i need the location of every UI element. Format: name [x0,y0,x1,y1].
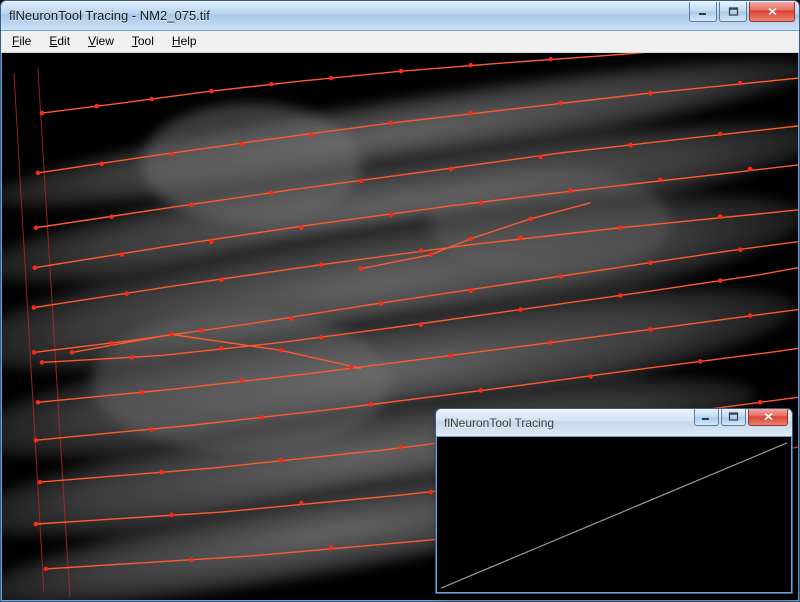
menu-help[interactable]: Help [163,31,206,52]
window-title: flNeuronTool Tracing - NM2_075.tif [9,8,687,23]
menu-edit[interactable]: Edit [40,31,79,52]
menu-view[interactable]: View [79,31,123,52]
window-buttons [687,2,795,22]
child-plot-view[interactable] [437,437,791,592]
child-window[interactable]: flNeuronTool Tracing [435,408,793,594]
maximize-icon [728,412,739,421]
close-icon [763,412,774,421]
close-icon [767,7,778,16]
titlebar[interactable]: flNeuronTool Tracing - NM2_075.tif [1,1,799,31]
child-maximize-button[interactable] [721,409,746,426]
menubar: File Edit View Tool Help [1,31,799,53]
child-close-button[interactable] [748,409,788,426]
minimize-button[interactable] [689,2,717,22]
menu-tool[interactable]: Tool [123,31,163,52]
close-button[interactable] [749,2,795,22]
child-window-buttons [692,409,788,429]
child-window-title: flNeuronTool Tracing [444,416,692,430]
maximize-icon [728,7,739,16]
maximize-button[interactable] [719,2,747,22]
child-titlebar[interactable]: flNeuronTool Tracing [436,409,792,437]
minimize-icon [701,412,712,421]
minimize-icon [698,7,709,16]
profile-plot [437,437,791,592]
child-minimize-button[interactable] [694,409,719,426]
menu-file[interactable]: File [3,31,40,52]
